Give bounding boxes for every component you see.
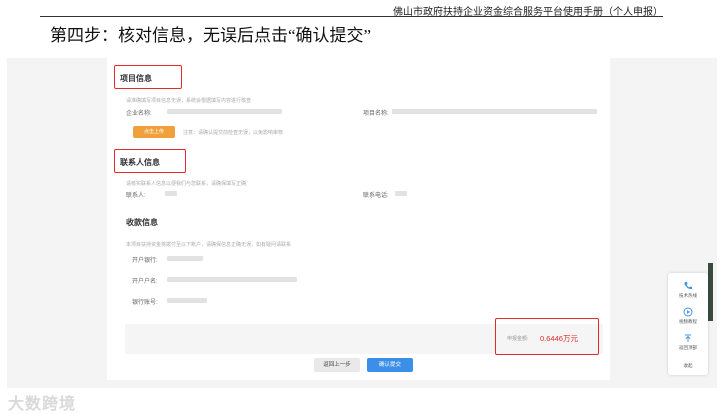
confirm-submit-button[interactable]: 确认提交 [367,358,413,372]
prev-step-button[interactable]: 返回上一步 [314,358,360,372]
side-label-tutorial: 视频教程 [679,319,697,324]
review-form-card: 项目信息 请准确填写项目信息无误，系统会根据填写内容进行核查 企业名称: 项目名… [107,58,610,380]
company-name-label: 企业名称: [126,111,152,117]
total-value: 0.6446万元 [540,334,578,343]
holder-value [167,277,297,282]
project-name-label: 项目名称: [363,111,389,117]
side-label-top: 返回顶部 [679,345,697,350]
side-label-hotline: 技术热线 [679,293,697,298]
side-item-collapse[interactable]: 收起 [668,355,708,373]
section-title-project: 项目信息 [120,74,152,83]
upload-button[interactable]: 点击上传 [133,126,175,138]
side-label-collapse: 收起 [683,363,693,368]
account-label: 银行账号: [132,300,158,306]
total-label: 申报金额: [507,336,529,342]
section-desc-payment: 本项目扶持资金将拨付至以下账户，请确保信息正确无误，如有疑问请联系 [126,242,292,248]
side-item-top[interactable]: 返回顶部 [668,329,708,355]
company-name-value [167,109,282,114]
document-header: 佛山市政府扶持企业资金综合服务平台使用手册（个人申报） [0,0,727,18]
bank-label: 开户银行: [132,258,158,264]
side-item-hotline[interactable]: 技术热线 [668,277,708,303]
upload-note: 注意：请确认提交前检查无误，以免影响审核 [183,130,284,136]
side-item-tutorial[interactable]: 视频教程 [668,303,708,329]
contact-phone-label: 联系电话: [363,193,389,199]
account-value [167,298,207,303]
watermark-text: 大数跨境 [8,396,77,413]
phone-icon [684,282,692,290]
contact-name-label: 联系人: [126,193,146,199]
section-desc-project: 请准确填写项目信息无误，系统会根据填写内容进行核查 [126,98,252,104]
bank-value [167,256,203,261]
section-desc-contact: 请核实联系人信息以便我们与您联系，请确保填写正确 [126,181,247,187]
side-floating-panel: 技术热线 视频教程 返回顶部 收起 [668,273,708,375]
project-name-value [392,109,597,114]
step-title: 第四步：核对信息，无误后点击“确认提交” [50,26,372,45]
play-icon [683,307,693,317]
contact-phone-value [395,191,407,196]
section-title-payment: 收款信息 [126,218,158,227]
section-title-contact: 联系人信息 [120,158,160,167]
screenshot-area: 项目信息 请准确填写项目信息无误，系统会根据填写内容进行核查 企业名称: 项目名… [7,58,717,388]
arrow-up-icon [685,334,691,342]
watermark: 大数跨境 [8,390,76,414]
side-edge-tab [708,263,713,321]
contact-name-value [165,191,177,196]
holder-label: 开户户名: [132,279,158,285]
header-divider [40,16,663,17]
